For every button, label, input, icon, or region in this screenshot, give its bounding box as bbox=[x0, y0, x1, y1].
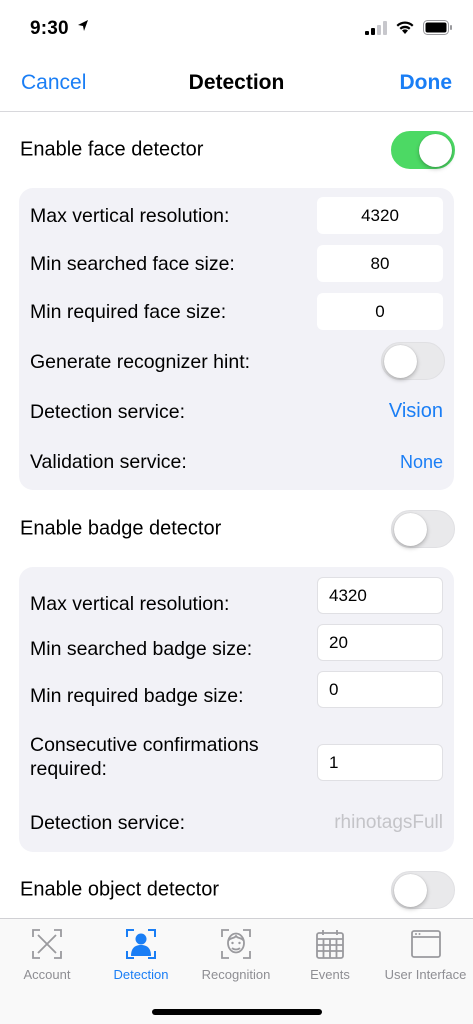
recognizer-hint-row: Generate recognizer hint: bbox=[19, 341, 454, 381]
validation-service-label: Validation service: bbox=[30, 451, 187, 473]
badge-max-resolution-label: Max vertical resolution: bbox=[30, 593, 230, 615]
toggle-knob bbox=[384, 345, 417, 378]
tab-recognition-label: Recognition bbox=[201, 967, 271, 982]
face-detector-label: Enable face detector bbox=[20, 138, 204, 161]
badge-max-resolution-field[interactable]: 4320 bbox=[317, 577, 443, 614]
object-detector-toggle[interactable] bbox=[391, 871, 455, 909]
confirmations-label: Consecutive confirmations required: bbox=[30, 733, 259, 781]
tab-user-interface[interactable]: User Interface bbox=[378, 927, 473, 982]
face-min-required-row: Min required face size: 0 bbox=[19, 293, 454, 331]
face-max-resolution-label: Max vertical resolution: bbox=[30, 205, 230, 227]
navigation-bar: Cancel Detection Done bbox=[0, 56, 473, 112]
tab-account[interactable]: Account bbox=[0, 927, 94, 982]
toggle-knob bbox=[394, 874, 427, 907]
face-max-resolution-field[interactable]: 4320 bbox=[317, 197, 443, 234]
status-time: 9:30 bbox=[30, 18, 69, 39]
badge-detector-row: Enable badge detector bbox=[0, 501, 473, 557]
face-detector-row: Enable face detector bbox=[0, 122, 473, 178]
badge-detector-label: Enable badge detector bbox=[20, 517, 222, 540]
face-min-searched-row: Min searched face size: 80 bbox=[19, 245, 454, 283]
badge-detection-service-value[interactable]: rhinotagsFull bbox=[334, 812, 443, 834]
toggle-knob bbox=[394, 513, 427, 546]
badge-detection-service-row[interactable]: Detection service: rhinotagsFull bbox=[19, 809, 454, 839]
toggle-knob bbox=[419, 134, 452, 167]
face-min-required-label: Min required face size: bbox=[30, 301, 227, 323]
status-indicators bbox=[365, 20, 453, 40]
badge-min-required-row: Min required badge size: 0 bbox=[19, 671, 454, 709]
object-detector-row: Enable object detector bbox=[0, 862, 473, 918]
badge-settings-card: Max vertical resolution: 4320 Min search… bbox=[19, 567, 454, 852]
confirmations-field[interactable]: 1 bbox=[317, 744, 443, 781]
face-detection-service-label: Detection service: bbox=[30, 401, 185, 423]
validation-service-row[interactable]: Validation service: None bbox=[19, 448, 454, 478]
tab-recognition[interactable]: Recognition bbox=[189, 927, 283, 982]
badge-min-required-label: Min required badge size: bbox=[30, 685, 244, 707]
badge-detection-service-label: Detection service: bbox=[30, 812, 185, 834]
status-bar: 9:30 bbox=[0, 0, 473, 56]
validation-service-value[interactable]: None bbox=[400, 452, 443, 473]
tab-detection-label: Detection bbox=[113, 967, 169, 982]
tab-detection[interactable]: Detection bbox=[94, 927, 188, 982]
face-max-resolution-row: Max vertical resolution: 4320 bbox=[19, 197, 454, 235]
calendar-icon bbox=[316, 930, 344, 959]
face-settings-card: Max vertical resolution: 4320 Min search… bbox=[19, 188, 454, 490]
face-detection-service-row[interactable]: Detection service: Vision bbox=[19, 398, 454, 428]
badge-min-required-field[interactable]: 0 bbox=[317, 671, 443, 708]
face-detection-service-value[interactable]: Vision bbox=[389, 400, 443, 423]
confirmations-row: Consecutive confirmations required: 1 bbox=[19, 733, 454, 785]
badge-min-searched-label: Min searched badge size: bbox=[30, 638, 253, 660]
account-scan-icon bbox=[32, 929, 62, 959]
recognizer-hint-toggle[interactable] bbox=[381, 342, 445, 380]
face-detector-toggle[interactable] bbox=[391, 131, 455, 169]
object-detector-label: Enable object detector bbox=[20, 878, 220, 901]
confirmations-label-line-2: required: bbox=[30, 758, 107, 780]
badge-detector-toggle[interactable] bbox=[391, 510, 455, 548]
face-scan-icon bbox=[221, 929, 251, 959]
tab-bar: Account Detection Recognition Events Use… bbox=[0, 918, 473, 1024]
face-min-searched-field[interactable]: 80 bbox=[317, 245, 443, 282]
badge-min-searched-field[interactable]: 20 bbox=[317, 624, 443, 661]
badge-max-resolution-row: Max vertical resolution: 4320 bbox=[19, 577, 454, 615]
confirmations-label-line-1: Consecutive confirmations bbox=[30, 734, 259, 756]
badge-min-searched-row: Min searched badge size: 20 bbox=[19, 624, 454, 662]
tab-events[interactable]: Events bbox=[283, 927, 377, 982]
face-min-required-field[interactable]: 0 bbox=[317, 293, 443, 330]
face-min-searched-label: Min searched face size: bbox=[30, 253, 235, 275]
tab-user-interface-label: User Interface bbox=[384, 967, 467, 982]
tab-events-label: Events bbox=[310, 967, 350, 982]
done-button[interactable]: Done bbox=[400, 71, 453, 95]
wifi-icon bbox=[395, 20, 415, 40]
location-arrow-icon bbox=[77, 19, 89, 38]
recognizer-hint-label: Generate recognizer hint: bbox=[30, 351, 251, 373]
tab-account-label: Account bbox=[23, 967, 71, 982]
home-indicator[interactable] bbox=[152, 1009, 322, 1015]
person-scan-icon bbox=[126, 929, 156, 959]
battery-icon bbox=[423, 20, 453, 40]
cellular-signal-icon bbox=[365, 20, 387, 40]
window-icon bbox=[410, 930, 441, 958]
